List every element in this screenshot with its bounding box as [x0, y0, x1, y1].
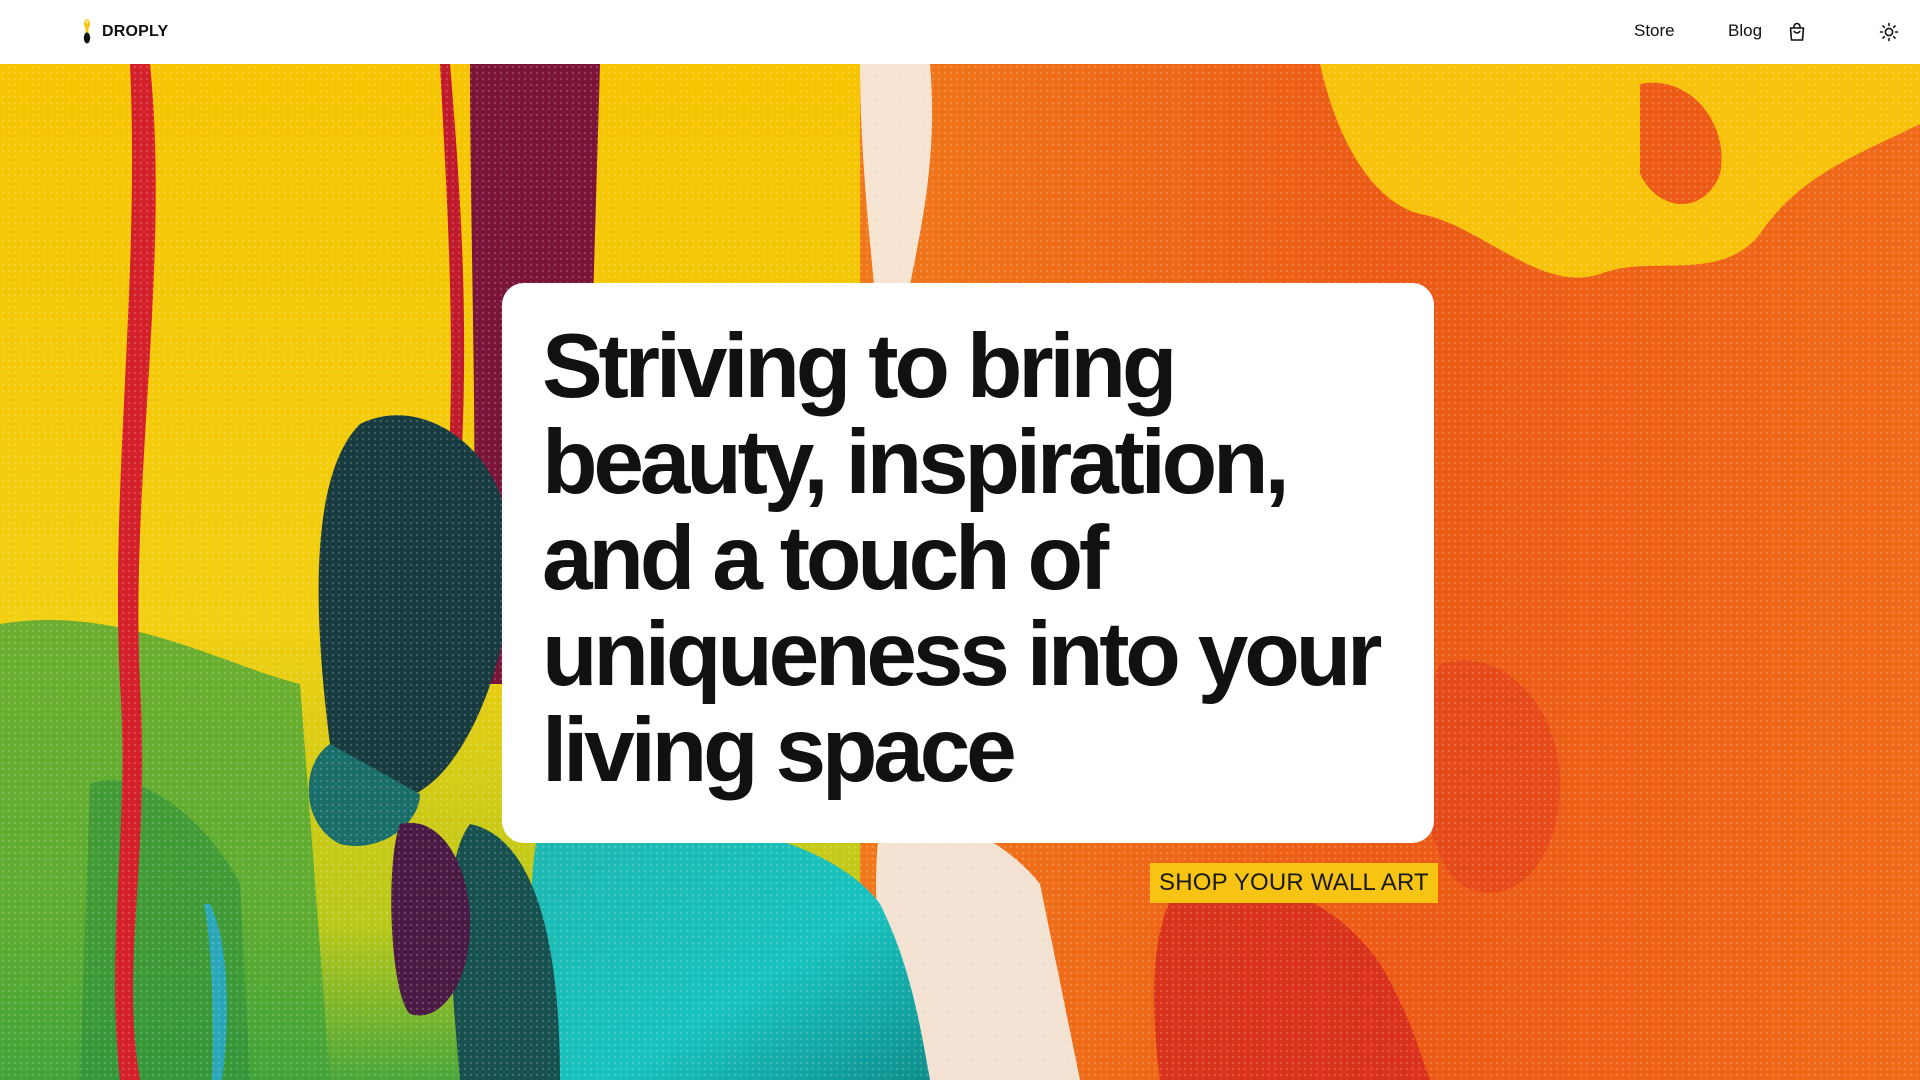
shopping-bag-icon — [1789, 22, 1805, 41]
paint-drop-icon — [83, 19, 91, 44]
sun-icon — [1879, 22, 1899, 42]
nav-link-store[interactable]: Store — [1634, 21, 1675, 41]
brand-name: DROPLY — [102, 23, 169, 40]
nav-link-blog[interactable]: Blog — [1728, 21, 1762, 41]
brand-home-link[interactable]: DROPLY — [82, 0, 168, 64]
headline-card: Striving to bring beauty, inspiration, a… — [502, 283, 1434, 843]
hero-headline: Striving to bring beauty, inspiration, a… — [542, 316, 1382, 801]
theme-toggle-button[interactable] — [1877, 20, 1901, 44]
top-navigation-bar: DROPLY Store Blog — [0, 0, 1920, 64]
hero-section: Striving to bring beauty, inspiration, a… — [0, 64, 1920, 1080]
cart-button[interactable] — [1785, 20, 1809, 44]
shop-wall-art-button[interactable]: SHOP YOUR WALL ART — [1150, 863, 1438, 903]
